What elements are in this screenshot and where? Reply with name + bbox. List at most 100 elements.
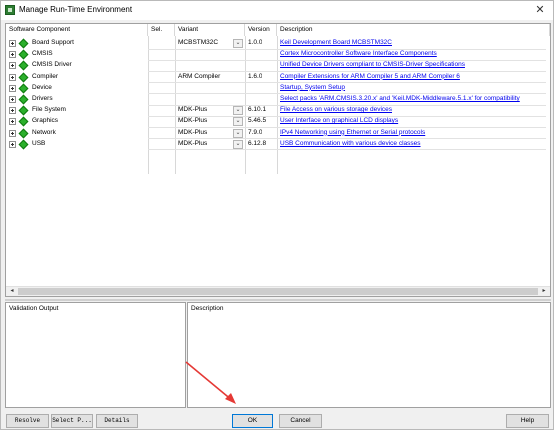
table-row[interactable]: USB MDK-Plus ⌄ 6.12.8 USB Communication with…	[6, 139, 546, 150]
version-cell: 1.0.0	[248, 39, 263, 46]
component-name: CMSIS Driver	[32, 61, 72, 69]
select-packs-button[interactable]: Select P...	[51, 414, 93, 428]
component-icon	[18, 60, 29, 71]
description-link[interactable]: File Access on various storage devices	[280, 105, 546, 116]
horizontal-scrollbar[interactable]: ◂ ▸	[6, 286, 550, 296]
column-header-description[interactable]: Description	[277, 24, 550, 36]
variant-dropdown-icon[interactable]: ⌄	[233, 106, 243, 116]
row-divider	[148, 149, 546, 151]
variant-dropdown-icon[interactable]: ⌄	[233, 139, 243, 149]
variant-value: MDK-Plus	[178, 117, 208, 125]
component-name: Network	[32, 128, 56, 136]
variant-cell	[175, 83, 245, 94]
variant-cell[interactable]: MDK-Plus ⌄	[175, 128, 245, 139]
variant-cell[interactable]: MCBSTM32C ⌄	[175, 38, 245, 49]
expand-icon[interactable]	[9, 140, 16, 148]
description-link[interactable]: IPv4 Networking using Ethernet or Serial…	[280, 128, 546, 139]
component-name: Drivers	[32, 95, 53, 102]
window-title: Manage Run-Time Environment	[19, 5, 133, 14]
component-icon	[18, 38, 29, 49]
version-cell: 6.12.8	[248, 139, 267, 147]
version-cell: 1.6.0	[248, 72, 263, 80]
component-name: File System	[32, 106, 66, 114]
table-row[interactable]: CMSIS Driver Unified Device Drivers compl…	[6, 60, 546, 71]
table-row[interactable]: Board Support MCBSTM32C ⌄ 1.0.0 Keil Develop…	[6, 38, 546, 49]
variant-dropdown-icon[interactable]: ⌄	[233, 128, 243, 138]
description-link[interactable]: Unified Device Drivers compliant to CMSI…	[280, 60, 546, 71]
ok-button[interactable]: OK	[232, 414, 273, 428]
scroll-left-icon[interactable]: ◂	[7, 287, 17, 296]
variant-cell[interactable]: MDK-Plus ⌄	[175, 139, 245, 150]
variant-cell	[175, 49, 245, 60]
description-link[interactable]: Cortex Microcontroller Software Interfac…	[280, 49, 546, 60]
component-name: CMSIS	[32, 50, 53, 58]
column-header-sel[interactable]: Sel.	[148, 24, 175, 36]
component-name: Graphics	[32, 117, 59, 125]
description-link[interactable]: USB Communication with various device cl…	[280, 139, 546, 150]
column-header-component[interactable]: Software Component	[6, 24, 148, 36]
description-panel: Description	[187, 302, 551, 408]
variant-cell	[175, 60, 245, 71]
close-icon[interactable]: ✕	[533, 3, 547, 17]
version-cell: 7.9.0	[248, 128, 263, 136]
component-icon	[18, 83, 29, 94]
expand-icon[interactable]	[9, 96, 16, 103]
expand-icon[interactable]	[9, 62, 16, 70]
table-row[interactable]: Graphics MDK-Plus ⌄ 5.46.5 User Interface on…	[6, 116, 546, 127]
expand-icon[interactable]	[9, 40, 16, 47]
variant-cell: ARM Compiler	[175, 72, 245, 83]
variant-dropdown-icon[interactable]: ⌄	[233, 39, 243, 48]
variant-value: MDK-Plus	[178, 139, 208, 147]
component-name: Device	[32, 83, 52, 91]
variant-cell[interactable]: MDK-Plus ⌄	[175, 116, 245, 127]
title-bar: Manage Run-Time Environment ✕	[1, 1, 553, 20]
variant-value: MCBSTM32C	[178, 39, 219, 46]
variant-dropdown-icon[interactable]: ⌄	[233, 117, 243, 127]
resolve-button[interactable]: Resolve	[6, 414, 49, 428]
component-table: Software Component Sel. Variant Version …	[5, 23, 551, 297]
table-row[interactable]: CMSIS Cortex Microcontroller Software Int…	[6, 49, 546, 60]
table-row[interactable]: Device Startup, System Setup	[6, 83, 546, 94]
component-icon	[18, 72, 29, 83]
validation-output-label: Validation Output	[9, 305, 59, 312]
component-icon	[18, 128, 29, 139]
validation-output-panel: Validation Output	[5, 302, 186, 408]
version-cell: 5.46.5	[248, 117, 267, 125]
expand-icon[interactable]	[9, 118, 16, 126]
variant-value: MDK-Plus	[178, 106, 208, 114]
variant-cell[interactable]: MDK-Plus ⌄	[175, 105, 245, 116]
panel-splitter[interactable]	[5, 299, 551, 301]
component-name: Board Support	[32, 39, 74, 46]
variant-value: MDK-Plus	[178, 128, 208, 136]
table-row[interactable]: File System MDK-Plus ⌄ 6.10.1 File Access on…	[6, 105, 546, 116]
expand-icon[interactable]	[9, 129, 16, 137]
scrollbar-thumb[interactable]	[18, 288, 538, 295]
expand-icon[interactable]	[9, 107, 16, 115]
variant-cell	[175, 94, 245, 105]
description-link[interactable]: Keil Development Board MCBSTM32C	[280, 38, 546, 49]
expand-icon[interactable]	[9, 73, 16, 81]
table-row[interactable]: Drivers Select packs 'ARM.CMSIS.3.20.x' a…	[6, 94, 546, 105]
scroll-right-icon[interactable]: ▸	[539, 287, 549, 296]
component-icon	[18, 94, 29, 105]
table-row[interactable]: Compiler ARM Compiler 1.6.0 Compiler Extens…	[6, 72, 546, 83]
expand-icon[interactable]	[9, 84, 16, 92]
help-button[interactable]: Help	[506, 414, 549, 428]
version-cell: 6.10.1	[248, 106, 267, 114]
component-icon	[18, 105, 29, 116]
description-link[interactable]: User Interface on graphical LCD displays	[280, 116, 546, 127]
component-icon	[18, 49, 29, 60]
manage-rte-window: Manage Run-Time Environment ✕ Software C…	[0, 0, 554, 430]
description-link[interactable]: Startup, System Setup	[280, 83, 546, 94]
description-link[interactable]: Select packs 'ARM.CMSIS.3.20.x' and 'Kei…	[280, 94, 546, 105]
description-link[interactable]: Compiler Extensions for ARM Compiler 5 a…	[280, 72, 546, 83]
description-label: Description	[191, 305, 224, 312]
details-button[interactable]: Details	[96, 414, 138, 428]
table-row[interactable]: Network MDK-Plus ⌄ 7.9.0 IPv4 Networking usi…	[6, 128, 546, 139]
cancel-button[interactable]: Cancel	[279, 414, 322, 428]
component-name: USB	[32, 139, 46, 147]
column-header-variant[interactable]: Variant	[175, 24, 245, 36]
expand-icon[interactable]	[9, 51, 16, 59]
component-icon	[18, 116, 29, 127]
column-header-version[interactable]: Version	[245, 24, 277, 36]
